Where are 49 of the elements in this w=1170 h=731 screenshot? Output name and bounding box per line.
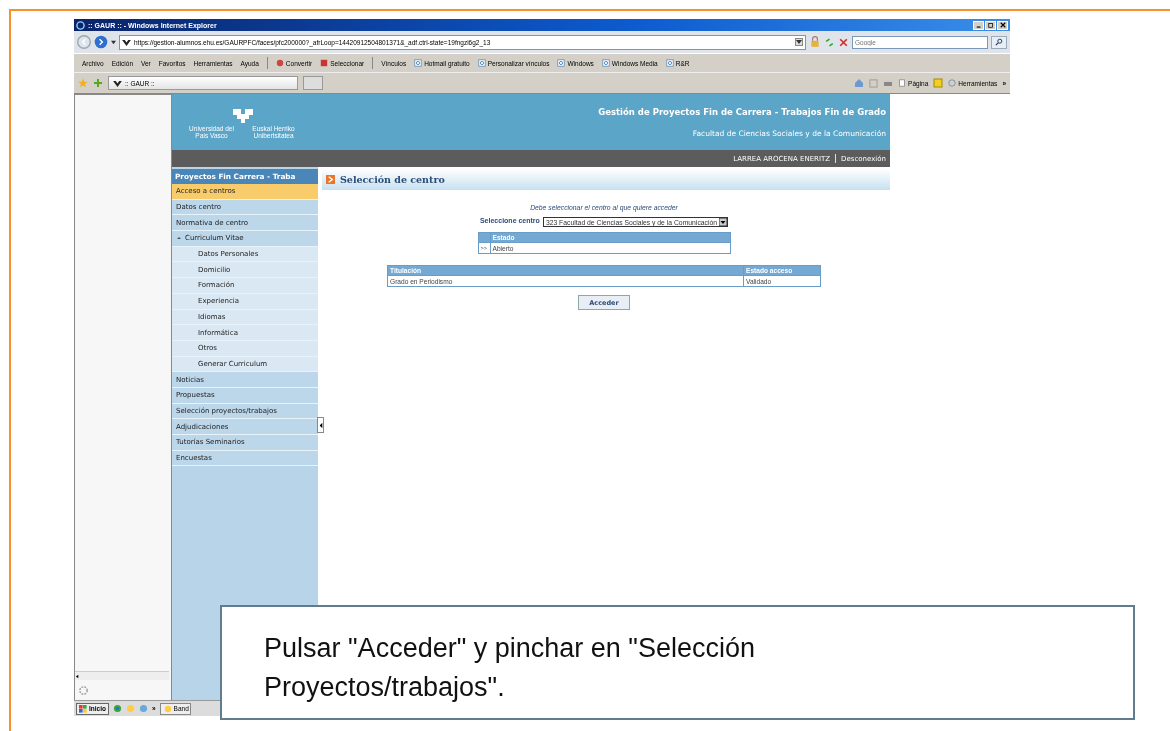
flag-icon[interactable] <box>933 78 944 88</box>
caption-text: Pulsar "Acceder" y pinchar en "Selección Proyectos/trabajos". <box>264 632 756 704</box>
page-icon <box>601 59 610 67</box>
globe-icon[interactable] <box>139 704 148 713</box>
dropdown-icon <box>719 218 728 226</box>
circle-icon <box>275 59 284 67</box>
globe-icon <box>76 20 85 30</box>
page-icon <box>414 59 423 67</box>
search-button[interactable] <box>991 35 1007 49</box>
caret-icon[interactable] <box>111 39 116 45</box>
close-button[interactable] <box>997 20 1008 30</box>
arrow-icon <box>326 175 335 184</box>
forward-button[interactable] <box>94 35 108 49</box>
dropdown-icon[interactable] <box>795 38 803 46</box>
stop-icon[interactable] <box>838 36 849 48</box>
search-icon <box>995 38 1003 46</box>
restore-icon <box>987 22 994 28</box>
horizontal-scrollbar[interactable] <box>75 671 169 680</box>
page-icon <box>557 59 566 67</box>
browser-icon[interactable] <box>113 704 122 713</box>
page-icon <box>898 79 907 87</box>
square-icon <box>320 59 329 67</box>
gear-icon[interactable] <box>78 685 89 696</box>
add-favorite-icon[interactable] <box>93 78 103 88</box>
left-arrow-icon[interactable] <box>75 673 80 679</box>
home-icon[interactable] <box>854 78 865 88</box>
refresh-icon[interactable] <box>824 36 835 48</box>
new-tab-button[interactable] <box>303 76 323 90</box>
star-icon[interactable] <box>78 78 88 88</box>
left-arrow-icon <box>318 421 323 429</box>
collapse-handle[interactable] <box>317 417 324 433</box>
page-icon <box>665 59 674 67</box>
site-icon <box>122 38 131 46</box>
collapse-icon[interactable] <box>176 235 182 242</box>
printer-icon[interactable] <box>883 78 894 88</box>
minimize-button[interactable] <box>973 20 984 30</box>
back-icon <box>77 35 91 49</box>
lock-icon[interactable] <box>809 36 821 48</box>
close-icon <box>999 22 1006 28</box>
circle-icon <box>948 79 957 87</box>
site-title: Gestión de Proyectos Fin de Carrera - Trabajos Fin de Grado <box>598 106 886 117</box>
page-icon <box>477 59 486 67</box>
site-icon <box>113 79 122 87</box>
windows-flag-icon <box>79 704 87 713</box>
restore-button[interactable] <box>985 20 996 30</box>
back-button[interactable] <box>77 35 91 49</box>
section-title: Selección de centro <box>340 174 445 185</box>
feed-icon[interactable] <box>869 78 879 88</box>
forward-icon <box>94 35 108 49</box>
